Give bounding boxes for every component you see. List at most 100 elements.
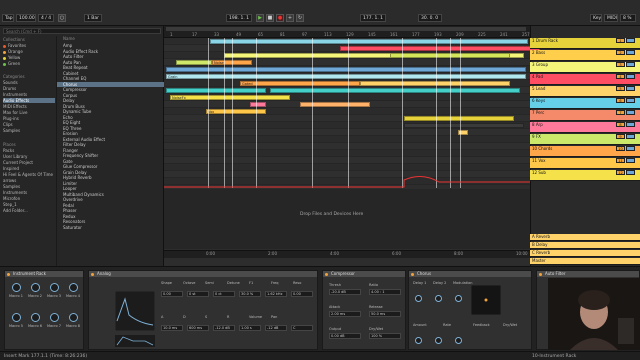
track-name[interactable]: 3 Group (530, 62, 564, 72)
stop-button[interactable]: ■ (266, 14, 274, 22)
macro-knob[interactable] (69, 313, 78, 322)
track-lane[interactable] (164, 150, 530, 157)
analog-param-value[interactable]: 0 ct (213, 291, 235, 297)
return-track-name[interactable]: C Reverb (530, 250, 564, 256)
analog-param-value[interactable]: 600 ms (187, 325, 209, 331)
track-name[interactable]: 10 Chords (530, 146, 564, 156)
track-activator[interactable]: 6 (616, 98, 625, 103)
metronome-button[interactable]: ○ (58, 14, 66, 22)
automation-envelope[interactable] (164, 172, 530, 192)
device-title[interactable]: Chorus (409, 271, 531, 277)
track-header[interactable]: 11 Vox 11 (530, 158, 640, 169)
solo-button[interactable] (626, 86, 635, 91)
track-header[interactable]: 7 Perc 7 (530, 110, 640, 121)
compressor-param-value[interactable]: 100 % (369, 333, 401, 339)
category-samples[interactable]: Samples (3, 128, 55, 133)
instrument-rack-device[interactable]: Instrument Rack Macro 1 Macro 2 Macro 3 Mac… (4, 270, 84, 350)
solo-button[interactable] (626, 170, 635, 175)
device-power-icon[interactable] (91, 272, 94, 276)
compressor-param-value[interactable]: 0.00 dB (329, 333, 361, 339)
browser-item[interactable]: Saturator (57, 225, 164, 231)
collection-orange[interactable]: Orange (3, 49, 55, 54)
compressor-param-value[interactable]: -20.0 dB (329, 289, 361, 295)
record-button[interactable]: ● (276, 14, 284, 22)
track-header[interactable]: 1 Drum Rack 1 (530, 38, 640, 49)
macro-knob[interactable] (50, 283, 59, 292)
macro-knob[interactable] (31, 283, 40, 292)
audio-clip[interactable] (300, 102, 370, 107)
track-activator[interactable]: 4 (616, 74, 625, 79)
chorus-knob[interactable] (415, 295, 422, 302)
return-track-header[interactable]: A Reverb (530, 234, 640, 241)
collection-yellow[interactable]: Yellow (3, 55, 55, 60)
analog-param-value[interactable]: 30.0 % (239, 291, 261, 297)
device-title[interactable]: Compressor (323, 271, 405, 277)
device-power-icon[interactable] (539, 272, 542, 276)
compressor-param-value[interactable]: 4.00 : 1 (369, 289, 401, 295)
place-user-library[interactable]: User Library (3, 154, 55, 159)
solo-button[interactable] (626, 110, 635, 115)
analog-param-value[interactable]: 0 st (187, 291, 209, 297)
analog-device[interactable]: Analog Shape Octave Semi Detune F1 Freq Reso A D… (88, 270, 318, 350)
category-plug-ins[interactable]: Plug-ins (3, 116, 55, 121)
track-lane[interactable] (164, 157, 530, 164)
place-folder[interactable]: arrows (3, 178, 55, 183)
macro-knob[interactable] (31, 313, 40, 322)
track-header[interactable]: 3 Group 3 (530, 62, 640, 73)
track-activator[interactable]: 12 (616, 170, 625, 175)
macro-knob[interactable] (50, 313, 59, 322)
analog-param-value[interactable]: 0.00 (161, 291, 183, 297)
chorus-knob[interactable] (455, 337, 462, 344)
modulation-xy-pad[interactable] (471, 285, 501, 315)
compressor-device[interactable]: Compressor Thresh -20.0 dB Ratio 4.00 : 1 At… (322, 270, 406, 350)
audio-clip[interactable] (250, 102, 266, 107)
analog-param-value[interactable]: 1.62 kHz (265, 291, 287, 297)
chorus-device[interactable]: Chorus Delay 1 Delay 2 Modulation Amount Rat… (408, 270, 532, 350)
track-lane[interactable] (164, 129, 530, 136)
compressor-param-value[interactable]: 50.0 ms (369, 311, 401, 317)
category-instruments[interactable]: Instruments (3, 92, 55, 97)
analog-param-value[interactable]: 1.00 s (239, 325, 261, 331)
key-map-button[interactable]: Key (590, 14, 602, 22)
track-activator[interactable]: 2 (616, 50, 625, 55)
track-header[interactable]: 10 Chords 10 (530, 146, 640, 157)
audio-clip[interactable] (166, 67, 526, 72)
device-title[interactable]: Auto Filter (537, 271, 639, 277)
place-folder[interactable]: Step_1 (3, 202, 55, 207)
analog-param-value[interactable]: C (291, 325, 313, 331)
solo-button[interactable] (626, 98, 635, 103)
place-folder[interactable]: Microfon (3, 196, 55, 201)
track-activator[interactable]: 3 (616, 62, 625, 67)
audio-clip[interactable] (340, 46, 540, 51)
track-name[interactable]: 7 Perc (530, 110, 564, 120)
track-activator[interactable]: 9 (616, 134, 625, 139)
browser-search-input[interactable]: Search (Cmd + F) (3, 28, 161, 34)
track-header[interactable]: 5 Lead 5 (530, 86, 640, 97)
track-header[interactable]: 8 Arp 8 (530, 122, 640, 133)
overdub-button[interactable]: + (286, 14, 294, 22)
loop-start[interactable]: 177. 1. 1 (360, 14, 386, 22)
category-audio-effects[interactable]: Audio Effects (3, 98, 55, 103)
song-position[interactable]: 198. 1. 1 (226, 14, 252, 22)
return-track-header[interactable]: C Reverb (530, 250, 640, 257)
tempo-field[interactable]: 100.00 (16, 14, 36, 22)
solo-button[interactable] (626, 146, 635, 151)
track-name[interactable]: 12 Sub (530, 170, 564, 180)
return-track-name[interactable]: Master (530, 258, 564, 264)
audio-clip[interactable]: Grain (166, 74, 526, 79)
audio-clip[interactable] (210, 39, 528, 44)
audio-clip[interactable] (404, 116, 514, 121)
audio-clip[interactable] (270, 88, 520, 93)
track-activator[interactable]: 11 (616, 158, 625, 163)
audio-clip[interactable] (360, 81, 510, 86)
add-folder-button[interactable]: Add Folder... (3, 208, 55, 213)
audio-clip[interactable]: Gated (240, 81, 360, 86)
loop-button[interactable]: ↻ (296, 14, 304, 22)
audio-clip[interactable] (166, 88, 266, 93)
track-header[interactable]: 12 Sub 12 (530, 170, 640, 181)
solo-button[interactable] (626, 122, 635, 127)
track-activator[interactable]: 7 (616, 110, 625, 115)
track-name[interactable]: 9 FX (530, 134, 564, 144)
track-lane[interactable] (164, 143, 530, 150)
arrangement-overview[interactable] (166, 27, 526, 31)
